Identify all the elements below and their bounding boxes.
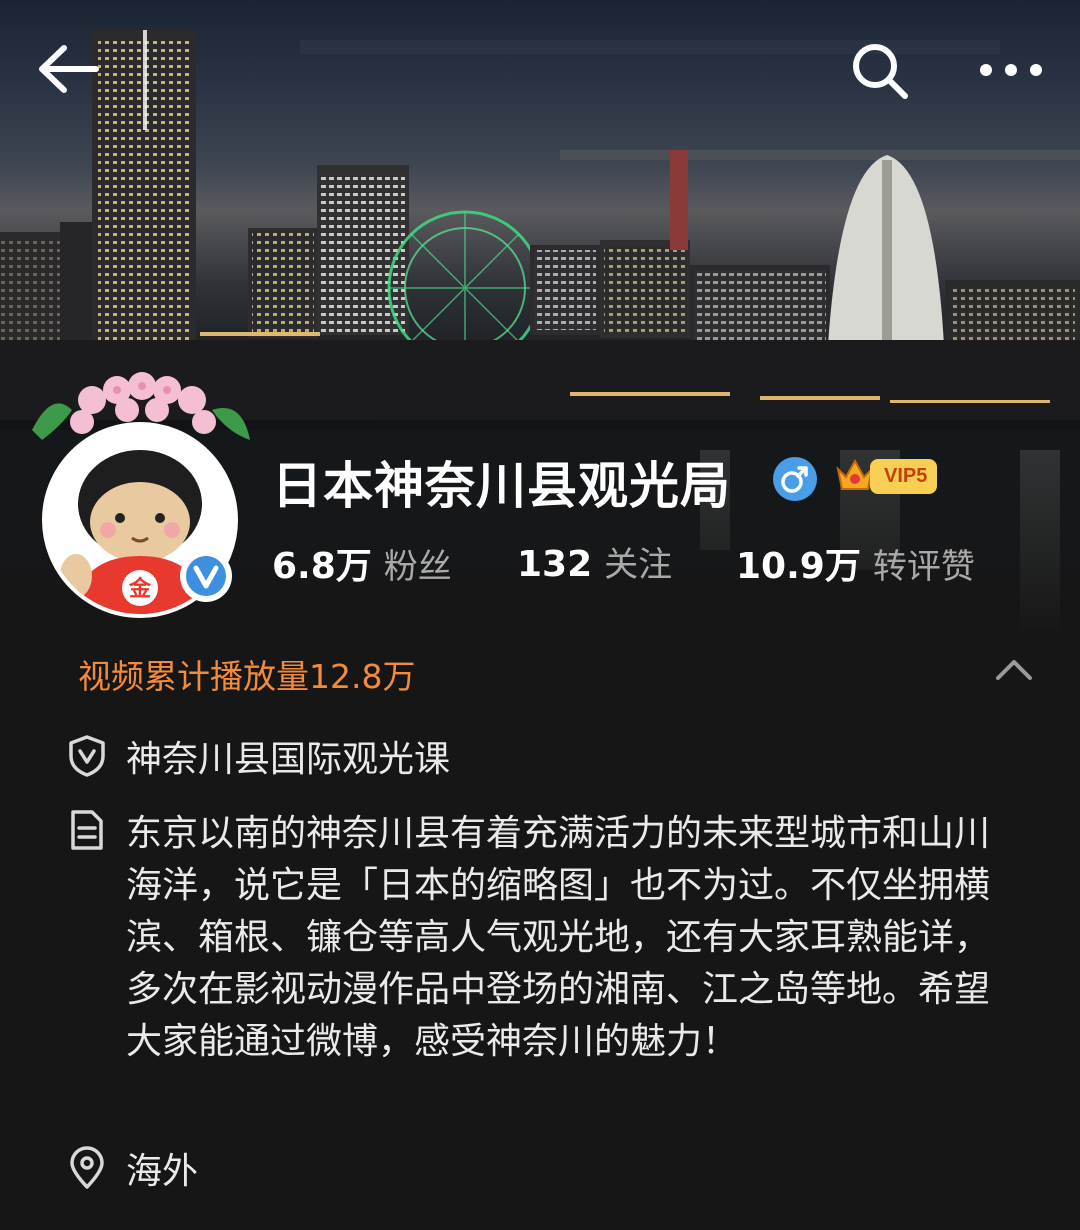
stat-reposts-comments-likes[interactable]: 10.9万 转评赞 bbox=[736, 537, 975, 589]
avatar-badge-text: 金 bbox=[128, 576, 152, 602]
verified-badge bbox=[180, 550, 232, 602]
stat-rcl-label: 转评赞 bbox=[872, 547, 975, 587]
back-button[interactable] bbox=[32, 38, 104, 100]
vip-badge[interactable]: VIP5 bbox=[834, 454, 938, 498]
verified-v-icon bbox=[186, 556, 226, 596]
stat-rcl-number: 10.9万 bbox=[736, 546, 861, 587]
vip-label: VIP5 bbox=[870, 458, 938, 494]
search-button[interactable] bbox=[844, 38, 916, 104]
document-icon bbox=[71, 810, 103, 850]
male-gender-icon bbox=[773, 457, 817, 501]
location-row: 海外 bbox=[66, 1146, 198, 1198]
stat-fans-number: 6.8万 bbox=[272, 546, 372, 587]
avatar-area[interactable]: 金 bbox=[22, 370, 262, 620]
certification-text: 神奈川县国际观光课 bbox=[126, 739, 451, 780]
profile-name: 日本神奈川县观光局 bbox=[272, 457, 731, 515]
collapse-button[interactable] bbox=[990, 650, 1038, 690]
stats-bar: 6.8万 粉丝 132 关注 10.9万 转评赞 bbox=[272, 537, 1032, 587]
back-arrow-icon bbox=[39, 45, 99, 93]
certification-row: 神奈川县国际观光课 bbox=[66, 734, 450, 786]
stat-following[interactable]: 132 关注 bbox=[517, 537, 672, 586]
stat-following-label: 关注 bbox=[604, 545, 673, 585]
stat-fans[interactable]: 6.8万 粉丝 bbox=[272, 537, 452, 589]
more-button[interactable] bbox=[970, 50, 1052, 90]
chevron-up-icon bbox=[996, 660, 1032, 680]
stat-fans-label: 粉丝 bbox=[383, 547, 452, 587]
search-icon bbox=[853, 44, 908, 99]
stat-following-number: 132 bbox=[517, 544, 593, 585]
description-row: 东京以南的神奈川县有着充满活力的未来型城市和山川海洋，说它是「日本的缩略图」也不… bbox=[66, 808, 1006, 1068]
location-pin-icon bbox=[70, 1146, 104, 1189]
description-text: 东京以南的神奈川县有着充满活力的未来型城市和山川海洋，说它是「日本的缩略图」也不… bbox=[126, 813, 991, 1062]
video-play-count: 视频累计播放量12.8万 bbox=[78, 657, 416, 696]
more-dots-icon bbox=[980, 64, 1042, 76]
shield-icon bbox=[69, 735, 105, 777]
location-text: 海外 bbox=[126, 1151, 199, 1192]
